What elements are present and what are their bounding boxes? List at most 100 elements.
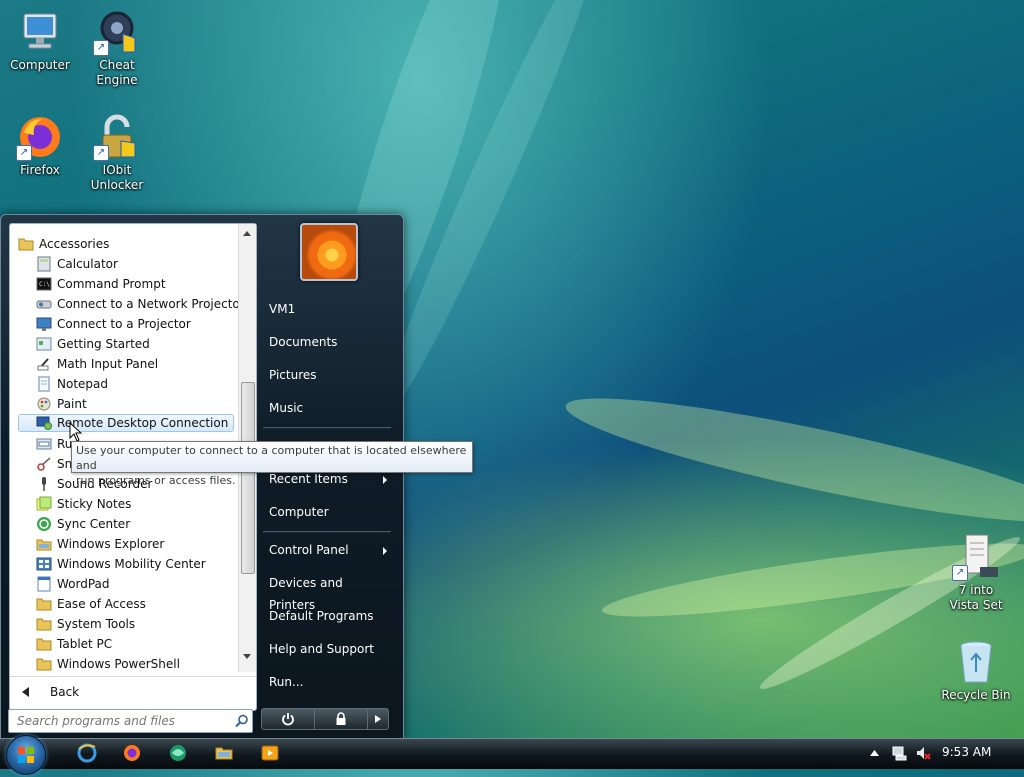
right-pane-separator bbox=[263, 531, 391, 533]
sticky-notes-icon bbox=[36, 496, 52, 511]
shutdown-button[interactable] bbox=[261, 708, 315, 730]
cheat-engine-icon: ↗ bbox=[93, 8, 141, 56]
tooltip-line-1: Use your computer to connect to a comput… bbox=[76, 444, 467, 472]
pictures-link[interactable]: Pictures bbox=[269, 364, 389, 386]
calculator-icon bbox=[37, 256, 51, 272]
search-icon[interactable] bbox=[235, 714, 249, 728]
network-tray-icon[interactable] bbox=[891, 745, 907, 761]
program-sticky-notes[interactable]: Sticky Notes bbox=[36, 494, 238, 514]
back-label: Back bbox=[50, 685, 80, 699]
remote-desktop-icon bbox=[36, 416, 52, 430]
mouse-cursor-icon bbox=[69, 422, 83, 442]
program-tooltip: Use your computer to connect to a comput… bbox=[71, 441, 473, 487]
explorer-icon bbox=[36, 539, 52, 551]
program-math-input-panel[interactable]: Math Input Panel bbox=[36, 354, 238, 374]
windows-logo-icon bbox=[18, 747, 34, 763]
start-button[interactable] bbox=[6, 735, 46, 775]
desktop-icon-iobit-unlocker[interactable]: ↗ IObit Unlocker bbox=[77, 113, 157, 193]
program-connect-projector[interactable]: Connect to a Projector bbox=[36, 314, 238, 334]
computer-link[interactable]: Computer bbox=[269, 501, 389, 523]
program-system-tools[interactable]: System Tools bbox=[36, 614, 238, 634]
user-picture[interactable] bbox=[300, 223, 358, 281]
computer-icon bbox=[16, 8, 64, 56]
tray-expand-icon[interactable] bbox=[870, 750, 879, 756]
snipping-tool-icon bbox=[37, 457, 51, 471]
default-programs-link[interactable]: Default Programs bbox=[269, 605, 389, 627]
explorer-folder-icon[interactable] bbox=[214, 743, 234, 763]
shortcut-arrow-icon: ↗ bbox=[93, 40, 109, 56]
desktop-icon-label: Recycle Bin bbox=[941, 688, 1011, 702]
shortcut-arrow-icon: ↗ bbox=[952, 565, 968, 581]
desktop-icon-recycle-bin[interactable]: Recycle Bin bbox=[936, 638, 1016, 703]
sync-center-icon bbox=[37, 517, 51, 531]
program-ease-of-access[interactable]: Ease of Access bbox=[36, 594, 238, 614]
recycle-bin-icon bbox=[952, 638, 1000, 686]
desktop-icon-label: Firefox bbox=[20, 163, 60, 177]
devices-printers-link[interactable]: Devices and Printers bbox=[269, 572, 389, 612]
back-button[interactable]: Back bbox=[10, 676, 256, 707]
run-icon bbox=[36, 438, 52, 450]
program-tablet-pc[interactable]: Tablet PC bbox=[36, 634, 238, 654]
paint-icon bbox=[37, 397, 51, 411]
program-command-prompt[interactable]: C:\ Command Prompt bbox=[36, 274, 238, 294]
volume-muted-icon[interactable] bbox=[915, 745, 931, 761]
scroll-up-icon[interactable] bbox=[243, 231, 251, 236]
program-wordpad[interactable]: WordPad bbox=[36, 574, 238, 594]
internet-explorer-icon[interactable] bbox=[77, 743, 97, 763]
program-windows-powershell[interactable]: Windows PowerShell bbox=[36, 654, 238, 672]
network-projector-icon bbox=[36, 300, 52, 309]
media-center-icon[interactable] bbox=[168, 743, 188, 763]
program-paint[interactable]: Paint bbox=[36, 394, 238, 414]
folder-icon bbox=[36, 618, 52, 631]
submenu-arrow-icon bbox=[383, 547, 387, 555]
program-remote-desktop-connection[interactable]: Remote Desktop Connection bbox=[18, 414, 234, 432]
command-prompt-icon: C:\ bbox=[36, 277, 52, 291]
folder-icon bbox=[36, 598, 52, 611]
chevron-right-icon bbox=[375, 715, 381, 723]
program-calculator[interactable]: Calculator bbox=[36, 254, 238, 274]
program-windows-explorer[interactable]: Windows Explorer bbox=[36, 534, 238, 554]
media-player-icon[interactable] bbox=[260, 743, 280, 763]
run-link[interactable]: Run... bbox=[269, 671, 389, 693]
power-controls bbox=[261, 708, 389, 730]
scroll-down-icon[interactable] bbox=[243, 654, 251, 659]
lock-icon bbox=[336, 712, 346, 725]
wordpad-icon bbox=[37, 576, 51, 592]
math-input-icon bbox=[37, 358, 49, 371]
documents-link[interactable]: Documents bbox=[269, 331, 389, 353]
folder-icon bbox=[36, 638, 52, 651]
program-sync-center[interactable]: Sync Center bbox=[36, 514, 238, 534]
desktop-icon-label: Cheat Engine bbox=[96, 58, 138, 87]
firefox-icon: ↗ bbox=[16, 113, 64, 161]
desktop-icon-computer[interactable]: Computer bbox=[0, 8, 80, 73]
desktop-icon-cheat-engine[interactable]: ↗ Cheat Engine bbox=[77, 8, 157, 88]
mobility-center-icon bbox=[36, 557, 52, 571]
getting-started-icon bbox=[36, 337, 52, 351]
search-box[interactable] bbox=[8, 709, 253, 733]
user-folder-link[interactable]: VM1 bbox=[269, 298, 389, 320]
firefox-icon[interactable] bbox=[122, 743, 142, 763]
control-panel-link[interactable]: Control Panel bbox=[269, 539, 389, 561]
document-computer-icon: ↗ bbox=[952, 533, 1000, 581]
power-icon bbox=[282, 713, 294, 726]
shortcut-arrow-icon: ↗ bbox=[16, 145, 32, 161]
help-support-link[interactable]: Help and Support bbox=[269, 638, 389, 660]
lock-button[interactable] bbox=[314, 708, 368, 730]
power-options-button[interactable] bbox=[367, 708, 389, 730]
search-input[interactable] bbox=[17, 714, 227, 728]
taskbar-clock[interactable]: 9:53 AM bbox=[942, 745, 991, 759]
program-windows-mobility-center[interactable]: Windows Mobility Center bbox=[36, 554, 238, 574]
program-accessories[interactable]: Accessories bbox=[18, 234, 238, 254]
music-link[interactable]: Music bbox=[269, 397, 389, 419]
program-notepad[interactable]: Notepad bbox=[36, 374, 238, 394]
back-arrow-icon bbox=[22, 687, 29, 697]
right-pane-separator bbox=[263, 427, 391, 429]
microphone-icon bbox=[42, 477, 46, 491]
shortcut-arrow-icon: ↗ bbox=[93, 145, 109, 161]
program-getting-started[interactable]: Getting Started bbox=[36, 334, 238, 354]
desktop-icon-7-into-vista-set[interactable]: ↗ 7 into Vista Set bbox=[936, 533, 1016, 613]
desktop-icon-label: IObit Unlocker bbox=[90, 163, 144, 192]
desktop-icon-label: 7 into Vista Set bbox=[949, 583, 1003, 612]
desktop-icon-firefox[interactable]: ↗ Firefox bbox=[0, 113, 80, 178]
program-connect-network-projector[interactable]: Connect to a Network Projector bbox=[36, 294, 238, 314]
